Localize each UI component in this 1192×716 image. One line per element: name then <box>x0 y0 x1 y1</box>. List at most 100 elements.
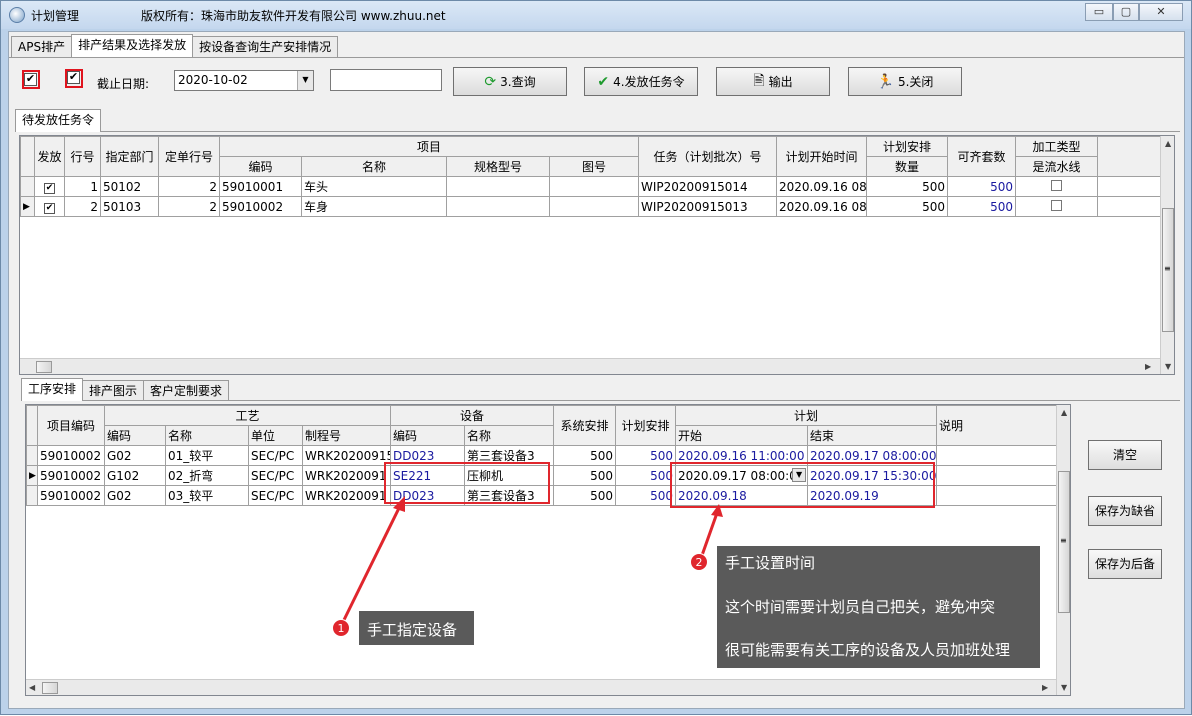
header-craft: 工艺 <box>103 405 392 426</box>
tab-aps[interactable]: APS排产 <box>11 36 73 57</box>
restore-button[interactable]: ▢ <box>1113 3 1139 21</box>
main-window: 计划管理 版权所有：珠海市助友软件开发有限公司 www.zhuu.net ▭ ▢… <box>0 0 1192 715</box>
release-task-button[interactable]: ✔ 4.发放任务令 <box>584 67 698 96</box>
cell-dept[interactable]: 50102 <box>100 176 159 197</box>
header-start: 计划开始时间 <box>776 136 868 177</box>
release-label: 4.发放任务令 <box>613 75 685 89</box>
cell-craft-code: G102 <box>104 465 166 486</box>
tab-custom-requirements[interactable]: 客户定制要求 <box>143 380 230 401</box>
cell-task: WIP20200915014 <box>638 176 778 197</box>
upper-tabstrip: 待发放任务令 <box>15 109 102 132</box>
save-default-button[interactable]: 保存为缺省 <box>1088 496 1162 526</box>
close-label: 5.关闭 <box>897 75 934 89</box>
cell-dept[interactable]: 50103 <box>100 196 159 217</box>
scroll-right-icon[interactable]: ▶ <box>1145 362 1151 371</box>
minimize-button[interactable]: ▭ <box>1085 3 1113 21</box>
title-bar[interactable]: 计划管理 版权所有：珠海市助友软件开发有限公司 www.zhuu.net ▭ ▢… <box>1 1 1191 29</box>
search-input[interactable] <box>330 69 442 91</box>
export-button[interactable]: 🖹 输出 <box>716 67 830 96</box>
cell-note[interactable] <box>936 465 1058 486</box>
cell-qty[interactable]: 500 <box>866 176 949 197</box>
row-selector[interactable]: ▶ <box>26 465 38 486</box>
row-selector[interactable]: ▶ <box>20 196 35 217</box>
scroll-up-icon[interactable]: ▲ <box>1165 139 1171 148</box>
tab-schedule-chart[interactable]: 排产图示 <box>82 380 145 401</box>
cell-route: WRK20200915 <box>301 445 392 466</box>
cell-sys: 500 <box>553 485 617 506</box>
row-selector[interactable] <box>20 176 35 197</box>
hscroll-thumb[interactable] <box>36 361 52 373</box>
header-plan-qty-2: 数量 <box>866 156 949 177</box>
upper-vscroll[interactable]: ▲ ≡ ▼ <box>1160 136 1174 374</box>
cell-code: 59010001 <box>219 176 302 197</box>
query-button[interactable]: ⟳ 3.查询 <box>453 67 567 96</box>
header-note: 说明 <box>936 405 1058 446</box>
cell-item-code: 59010002 <box>37 445 105 466</box>
callout-2-line2: 很可能需要有关工序的设备及人员加班处理 <box>725 641 1011 659</box>
date-label: 截止日期: <box>97 77 150 91</box>
tab-equipment-query[interactable]: 按设备查询生产安排情况 <box>192 36 339 57</box>
cell-kit: 500 <box>947 176 1017 197</box>
date-select[interactable]: 2020-10-02 ▼ <box>174 70 314 91</box>
cell-start[interactable]: 2020.09.16 08:0 <box>776 176 868 197</box>
header-plan-qty: 计划安排 <box>615 405 677 446</box>
table-row[interactable]: ▶ ✔ 2 50103 2 59010002 车身 WIP20200915013… <box>20 196 1162 217</box>
upper-hscroll[interactable]: ▶ <box>20 358 1160 374</box>
save-backup-button[interactable]: 保存为后备 <box>1088 549 1162 579</box>
header-kit: 可齐套数 <box>947 136 1017 177</box>
cell-start[interactable]: 2020.09.16 08:0 <box>776 196 868 217</box>
release-checkbox[interactable]: ✔ <box>34 196 65 217</box>
lower-tab-divider <box>21 400 1180 401</box>
callout-2-badge: 2 <box>690 553 708 571</box>
close-button[interactable]: 🏃 5.关闭 <box>848 67 962 96</box>
export-icon: 🖹 <box>753 72 765 89</box>
exit-runner-icon: 🏃 <box>876 73 894 90</box>
lower-tabstrip: 工序安排 排产图示 客户定制要求 <box>21 378 230 401</box>
scroll-thumb[interactable]: ≡ <box>1058 471 1070 613</box>
scroll-left-icon[interactable]: ◀ <box>29 683 35 692</box>
close-window-button[interactable]: ✕ <box>1139 3 1183 21</box>
scroll-down-icon[interactable]: ▼ <box>1061 683 1067 692</box>
cell-qty[interactable]: 500 <box>866 196 949 217</box>
cell-note[interactable] <box>936 445 1058 466</box>
cell-craft-name: 03_较平 <box>165 485 249 506</box>
release-checkbox[interactable]: ✔ <box>34 176 65 197</box>
scroll-right-icon[interactable]: ▶ <box>1042 683 1048 692</box>
pipeline-checkbox[interactable] <box>1015 176 1099 197</box>
tab-results-release[interactable]: 排产结果及选择发放 <box>71 34 194 57</box>
upper-tab-divider <box>15 131 1180 132</box>
header-craft-code: 编码 <box>104 425 166 446</box>
header-proc-1: 加工类型 <box>1015 136 1099 157</box>
cell-note[interactable] <box>936 485 1058 506</box>
table-row[interactable]: ✔ 1 50102 2 59010001 车头 WIP20200915014 2… <box>20 176 1162 197</box>
pipeline-checkbox[interactable] <box>1015 196 1099 217</box>
row-selector[interactable] <box>26 485 38 506</box>
export-label: 输出 <box>768 75 793 89</box>
cell-plan-qty[interactable]: 500 <box>615 485 677 506</box>
callout-2-line1: 这个时间需要计划员自己把关，避免冲突 <box>725 598 996 616</box>
row-selector[interactable] <box>26 445 38 466</box>
equipment-highlight-box <box>384 462 550 504</box>
tab-pending-tasks[interactable]: 待发放任务令 <box>15 109 102 132</box>
scroll-down-icon[interactable]: ▼ <box>1165 362 1171 371</box>
cell-order-line: 2 <box>158 196 220 217</box>
chevron-down-icon[interactable]: ▼ <box>297 71 313 90</box>
highlight-checkbox-2 <box>65 69 83 88</box>
row-selector-header <box>26 405 38 446</box>
lower-vscroll[interactable]: ▲ ≡ ▼ <box>1056 405 1070 695</box>
row-selector-header <box>20 136 35 177</box>
header-plan: 计划 <box>675 405 938 426</box>
hscroll-thumb[interactable] <box>42 682 58 694</box>
lower-hscroll[interactable]: ◀ ▶ <box>26 679 1056 695</box>
callout-2-title: 手工设置时间 <box>725 554 816 572</box>
header-item-code: 项目编码 <box>37 405 105 446</box>
header-drawing: 图号 <box>548 156 640 177</box>
cell-plan-qty[interactable]: 500 <box>615 445 677 466</box>
scroll-up-icon[interactable]: ▲ <box>1061 408 1067 417</box>
clear-button[interactable]: 清空 <box>1088 440 1162 470</box>
scroll-thumb[interactable]: ≡ <box>1162 208 1174 332</box>
cell-plan-qty[interactable]: 500 <box>615 465 677 486</box>
tab-process[interactable]: 工序安排 <box>21 378 84 401</box>
header-filler <box>1097 136 1162 177</box>
callout-1-badge: 1 <box>332 619 350 637</box>
